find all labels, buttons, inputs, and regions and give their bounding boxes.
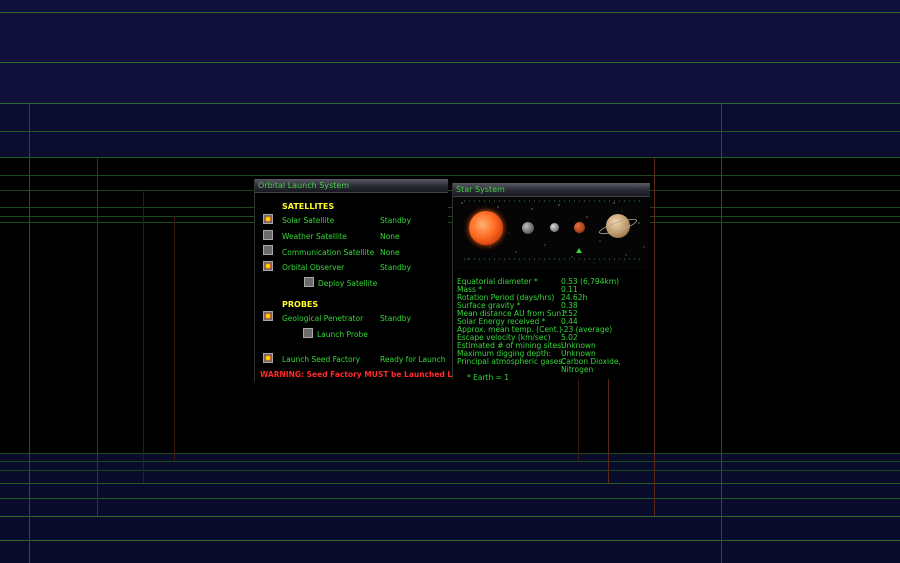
stat-row: * Earth = 1	[457, 373, 649, 382]
grid-line	[0, 12, 900, 13]
grid-line	[0, 453, 900, 454]
bg-band-center	[0, 158, 900, 453]
game-screen: Orbital Launch System SATELLITES Solar S…	[0, 0, 900, 563]
orbital-observer-checkbox[interactable]	[263, 261, 273, 271]
geological-penetrator-label: Geological Penetrator	[282, 314, 364, 323]
communication-satellite-label: Communication Satellite	[282, 248, 375, 257]
grid-line	[0, 516, 900, 517]
frame-line	[721, 104, 722, 563]
seed-factory-label: Launch Seed Factory	[282, 355, 361, 364]
deploy-satellite-label[interactable]: Deploy Satellite	[318, 279, 377, 289]
communication-satellite-checkbox[interactable]	[263, 245, 273, 255]
launch-window-title[interactable]: Orbital Launch System	[255, 179, 448, 193]
grid-line	[0, 157, 900, 158]
grid-line	[0, 175, 900, 176]
bg-band-top	[0, 0, 900, 104]
launch-probe-label[interactable]: Launch Probe	[317, 330, 368, 340]
star-system-window: Star System Equatorial diameter * 0.53 (…	[452, 183, 650, 382]
sun-icon[interactable]	[469, 211, 503, 245]
probes-header: PROBES	[282, 300, 319, 309]
weather-satellite-status: None	[380, 232, 400, 241]
orbital-observer-status: Standby	[380, 263, 412, 272]
solar-satellite-checkbox[interactable]	[263, 214, 273, 224]
seed-factory-status: Ready for Launch	[380, 355, 446, 364]
grid-line	[0, 103, 900, 104]
stat-row: Equatorial diameter * 0.53 (6,794km)	[457, 277, 649, 286]
weather-satellite-checkbox[interactable]	[263, 230, 273, 240]
solar-satellite-status: Standby	[380, 216, 412, 225]
deploy-satellite-button[interactable]	[304, 277, 314, 287]
mercury-icon[interactable]	[522, 222, 534, 234]
seed-factory-warning: WARNING: Seed Factory MUST be Launched L…	[260, 370, 469, 379]
launch-probe-button[interactable]	[303, 328, 313, 338]
solar-satellite-label: Solar Satellite	[282, 216, 335, 225]
grid-line	[0, 131, 900, 132]
seed-factory-checkbox[interactable]	[263, 353, 273, 363]
grid-line	[0, 498, 900, 499]
mars-icon[interactable]	[574, 222, 585, 233]
grid-line	[0, 62, 900, 63]
frame-line	[174, 216, 175, 461]
grid-line	[0, 216, 900, 217]
star-map-view[interactable]	[454, 197, 648, 269]
grid-line	[0, 483, 900, 484]
grid-line	[0, 190, 900, 191]
planet-stats: Equatorial diameter * 0.53 (6,794km) Mas…	[457, 277, 649, 382]
frame-line	[143, 190, 144, 483]
venus-icon[interactable]	[550, 223, 559, 232]
grid-line	[0, 222, 900, 223]
weather-satellite-label: Weather Satellite	[282, 232, 347, 241]
grid-line	[0, 461, 900, 462]
geological-penetrator-status: Standby	[380, 314, 412, 323]
grid-line	[0, 470, 900, 471]
frame-line	[29, 104, 30, 563]
communication-satellite-status: None	[380, 248, 400, 257]
launch-window: Orbital Launch System SATELLITES Solar S…	[254, 179, 469, 382]
frame-line	[97, 158, 98, 516]
triangle-up-icon[interactable]	[576, 248, 582, 253]
stat-row: Principal atmospheric gases Carbon Dioxi…	[457, 357, 649, 366]
frame-line	[654, 158, 655, 516]
geological-penetrator-checkbox[interactable]	[263, 311, 273, 321]
orbital-observer-label: Orbital Observer	[282, 263, 345, 272]
grid-line	[0, 540, 900, 541]
star-system-title[interactable]: Star System	[453, 183, 650, 197]
satellites-header: SATELLITES	[282, 202, 335, 211]
grid-line	[0, 207, 900, 208]
stats-footnote: * Earth = 1	[467, 373, 510, 382]
